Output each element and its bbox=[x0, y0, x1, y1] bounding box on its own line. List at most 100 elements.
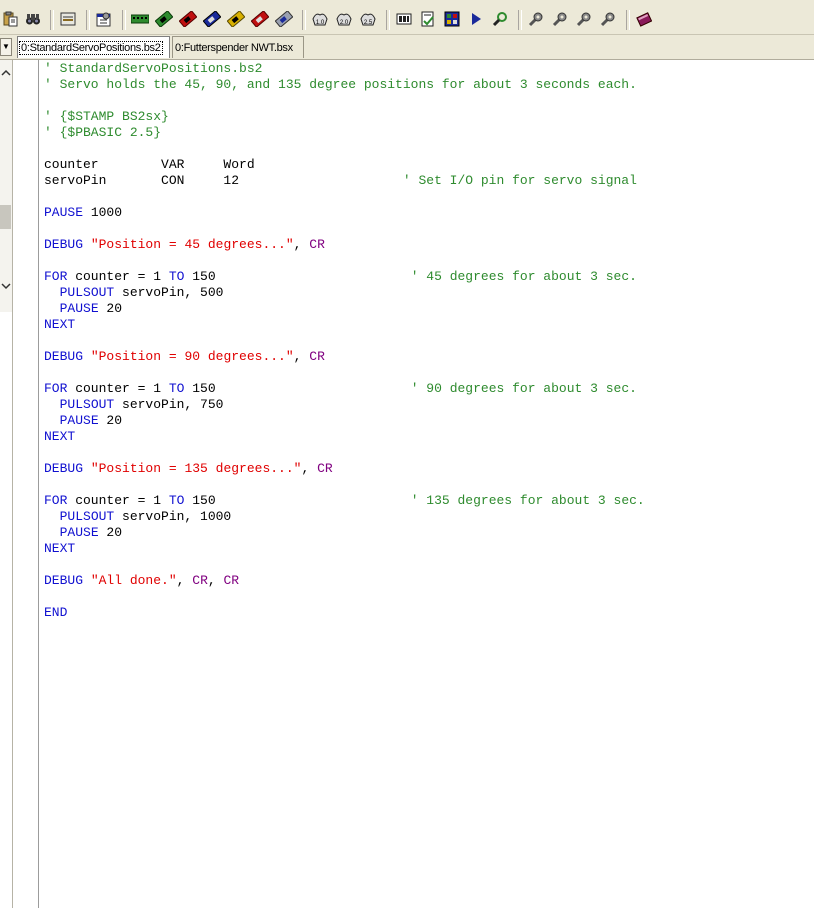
memory-map-icon[interactable] bbox=[394, 9, 414, 29]
code-line[interactable]: PULSOUT servoPin, 750 bbox=[44, 397, 814, 413]
code-line[interactable] bbox=[44, 189, 814, 205]
code-line[interactable]: FOR counter = 1 TO 150 ' 135 degrees for… bbox=[44, 493, 814, 509]
code-token: CR bbox=[317, 461, 333, 476]
explorer-panel-lower bbox=[0, 312, 13, 908]
find-icon[interactable] bbox=[23, 9, 43, 29]
code-line[interactable]: PAUSE 20 bbox=[44, 525, 814, 541]
code-token: NEXT bbox=[44, 317, 76, 332]
code-token: 150 bbox=[184, 493, 411, 508]
identify-icon[interactable] bbox=[490, 9, 510, 29]
code-token: servoPin, 500 bbox=[114, 285, 224, 300]
tool-3-icon[interactable] bbox=[574, 9, 594, 29]
syntax-check-icon[interactable] bbox=[418, 9, 438, 29]
code-line[interactable]: PAUSE 20 bbox=[44, 301, 814, 317]
serial-port-icon[interactable] bbox=[58, 9, 78, 29]
code-line[interactable]: ' {$STAMP BS2sx} bbox=[44, 109, 814, 125]
code-token: counter = 1 bbox=[67, 269, 169, 284]
tool-2-icon[interactable] bbox=[550, 9, 570, 29]
code-line[interactable]: FOR counter = 1 TO 150 ' 90 degrees for … bbox=[44, 381, 814, 397]
code-token: ' 45 degrees for about 3 sec. bbox=[410, 269, 637, 284]
code-token: 20 bbox=[98, 413, 123, 428]
directive-pbasic-icon[interactable]: 2.5 bbox=[358, 9, 378, 29]
code-token: ' Set I/O pin for servo signal bbox=[402, 173, 637, 188]
tab-label: 0:Futterspender NWT.bsx bbox=[175, 41, 293, 54]
toolbar-separator bbox=[86, 10, 90, 30]
chevron-down-icon[interactable] bbox=[1, 277, 11, 295]
directive-bs2-icon[interactable]: 2.0 bbox=[334, 9, 354, 29]
code-line[interactable] bbox=[44, 333, 814, 349]
code-token: CR bbox=[309, 349, 325, 364]
code-line[interactable] bbox=[44, 477, 814, 493]
bs2p-module-icon[interactable] bbox=[226, 9, 246, 29]
code-line[interactable] bbox=[44, 557, 814, 573]
dropdown-arrow-icon: ▼ bbox=[2, 42, 10, 51]
directive-bs1-icon[interactable]: 1.0 bbox=[310, 9, 330, 29]
tab-standardservopositions[interactable]: 0:StandardServoPositions.bs2 bbox=[17, 36, 170, 58]
code-token: , bbox=[301, 461, 318, 476]
code-line[interactable]: NEXT bbox=[44, 317, 814, 333]
code-line[interactable]: PAUSE 20 bbox=[44, 413, 814, 429]
code-line[interactable]: FOR counter = 1 TO 150 ' 45 degrees for … bbox=[44, 269, 814, 285]
paste-icon[interactable] bbox=[0, 9, 20, 29]
code-token: PULSOUT bbox=[59, 397, 115, 412]
code-line[interactable]: ' {$PBASIC 2.5} bbox=[44, 125, 814, 141]
code-line[interactable]: PAUSE 1000 bbox=[44, 205, 814, 221]
scrollbar-thumb[interactable] bbox=[0, 205, 11, 229]
code-token: DEBUG bbox=[44, 349, 84, 364]
chevron-up-icon[interactable] bbox=[1, 64, 11, 82]
bs2-module-icon[interactable] bbox=[154, 9, 174, 29]
code-line[interactable] bbox=[44, 221, 814, 237]
explorer-panel-edge[interactable] bbox=[0, 60, 13, 312]
code-line[interactable]: DEBUG "Position = 45 degrees...", CR bbox=[44, 237, 814, 253]
debug-terminal-icon[interactable] bbox=[442, 9, 462, 29]
bs2sx-module-icon[interactable] bbox=[202, 9, 222, 29]
code-line[interactable]: ' Servo holds the 45, 90, and 135 degree… bbox=[44, 77, 814, 93]
preferences-icon[interactable] bbox=[94, 9, 114, 29]
bs2e-module-icon[interactable] bbox=[178, 9, 198, 29]
code-token: PAUSE bbox=[59, 301, 99, 316]
code-line[interactable]: DEBUG "Position = 135 degrees...", CR bbox=[44, 461, 814, 477]
code-token: counter = 1 bbox=[67, 381, 169, 396]
code-line[interactable] bbox=[44, 141, 814, 157]
svg-text:1.0: 1.0 bbox=[316, 20, 325, 26]
code-line[interactable]: END bbox=[44, 605, 814, 621]
bs2pe-module-icon[interactable] bbox=[250, 9, 270, 29]
code-line[interactable]: ' StandardServoPositions.bs2 bbox=[44, 61, 814, 77]
code-line[interactable]: NEXT bbox=[44, 429, 814, 445]
code-line[interactable]: PULSOUT servoPin, 500 bbox=[44, 285, 814, 301]
code-token: DEBUG bbox=[44, 461, 84, 476]
code-text[interactable]: ' StandardServoPositions.bs2 ' Servo hold… bbox=[44, 61, 814, 621]
tool-1-icon[interactable] bbox=[526, 9, 546, 29]
bs2px-module-icon[interactable] bbox=[274, 9, 294, 29]
help-book-icon[interactable] bbox=[634, 9, 654, 29]
code-line[interactable] bbox=[44, 253, 814, 269]
tool-4-icon[interactable] bbox=[598, 9, 618, 29]
code-line[interactable]: DEBUG "All done.", CR, CR bbox=[44, 573, 814, 589]
toolbar-separator bbox=[122, 10, 126, 30]
code-line[interactable]: NEXT bbox=[44, 541, 814, 557]
code-line[interactable]: counter VAR Word bbox=[44, 157, 814, 173]
code-line[interactable] bbox=[44, 445, 814, 461]
code-token: PULSOUT bbox=[59, 285, 115, 300]
code-token: FOR bbox=[44, 381, 68, 396]
code-line[interactable]: PULSOUT servoPin, 1000 bbox=[44, 509, 814, 525]
code-token: 20 bbox=[98, 525, 123, 540]
code-line[interactable] bbox=[44, 365, 814, 381]
tab-label: 0:StandardServoPositions.bs2 bbox=[19, 40, 163, 55]
tab-list-dropdown[interactable]: ▼ bbox=[0, 38, 12, 56]
code-token: , bbox=[293, 237, 310, 252]
svg-text:2.0: 2.0 bbox=[340, 20, 349, 26]
toolbar-separator bbox=[518, 10, 522, 30]
run-icon[interactable] bbox=[466, 9, 486, 29]
bs1-module-icon[interactable] bbox=[130, 9, 150, 29]
code-line[interactable] bbox=[44, 93, 814, 109]
code-line[interactable] bbox=[44, 589, 814, 605]
code-line[interactable]: DEBUG "Position = 90 degrees...", CR bbox=[44, 349, 814, 365]
tab-futterspender[interactable]: 0:Futterspender NWT.bsx bbox=[172, 36, 304, 58]
code-line[interactable]: servoPin CON 12 ' Set I/O pin for servo … bbox=[44, 173, 814, 189]
